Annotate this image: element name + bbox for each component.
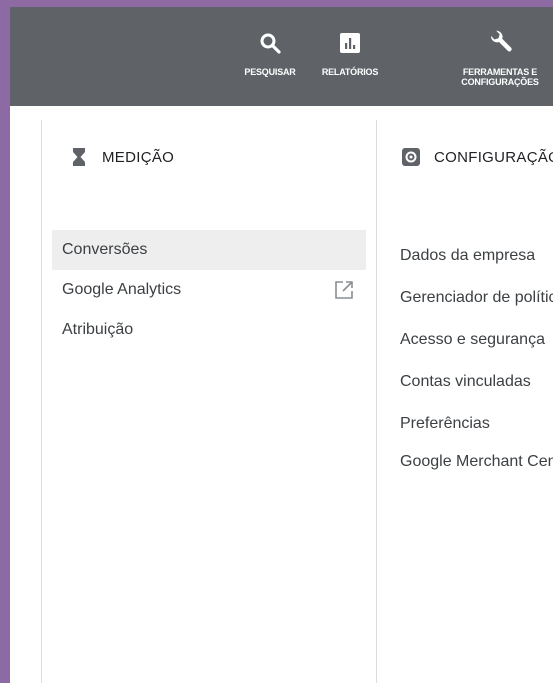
- measurement-title: MEDIÇÃO: [102, 148, 175, 166]
- menu-item-label: Google Merchant Center: [400, 453, 553, 470]
- external-link-icon: [334, 280, 354, 300]
- divider: [376, 120, 377, 683]
- menu-item-access-security[interactable]: Acesso e segurança: [398, 320, 553, 360]
- bar-chart-icon: [336, 29, 364, 57]
- menu-panel: MEDIÇÃO Conversões Google Analytics Atri…: [10, 106, 553, 683]
- menu-item-business-data[interactable]: Dados da empresa: [398, 236, 553, 276]
- top-toolbar: PESQUISAR RELATÓRIOS FERRAMENTAS E CONFI…: [10, 7, 553, 106]
- search-label: PESQUISAR: [244, 67, 296, 77]
- settings-icon: [400, 146, 422, 168]
- menu-item-label: Dados da empresa: [400, 247, 536, 264]
- divider: [41, 120, 42, 683]
- wrench-icon: [486, 29, 514, 57]
- search-button[interactable]: PESQUISAR: [242, 29, 298, 77]
- measurement-section-heading: MEDIÇÃO: [68, 146, 174, 168]
- tools-and-settings-button[interactable]: FERRAMENTAS E CONFIGURAÇÕES: [450, 29, 550, 87]
- menu-item-merchant-center[interactable]: Google Merchant Center: [398, 452, 553, 472]
- menu-item-conversions[interactable]: Conversões: [52, 230, 366, 270]
- configuration-title: CONFIGURAÇÃO: [434, 148, 553, 166]
- menu-item-label: Gerenciador de políticas: [400, 289, 553, 306]
- menu-item-preferences[interactable]: Preferências: [398, 404, 553, 444]
- menu-item-label: Preferências: [400, 415, 490, 432]
- search-icon: [256, 29, 284, 57]
- menu-item-label: Atribuição: [62, 321, 134, 338]
- menu-item-label: Conversões: [62, 241, 148, 258]
- menu-item-policy-manager[interactable]: Gerenciador de políticas: [398, 278, 553, 318]
- menu-item-label: Contas vinculadas: [400, 373, 531, 390]
- reports-label: RELATÓRIOS: [321, 67, 379, 77]
- hourglass-icon: [68, 146, 90, 168]
- menu-item-label: Acesso e segurança: [400, 331, 545, 348]
- menu-item-linked-accounts[interactable]: Contas vinculadas: [398, 362, 553, 402]
- tools-label: FERRAMENTAS E CONFIGURAÇÕES: [461, 67, 539, 87]
- menu-item-google-analytics[interactable]: Google Analytics: [52, 270, 366, 310]
- menu-item-label: Google Analytics: [62, 281, 182, 298]
- reports-button[interactable]: RELATÓRIOS: [314, 29, 386, 77]
- configuration-section-heading: CONFIGURAÇÃO: [400, 146, 553, 168]
- menu-item-attribution[interactable]: Atribuição: [52, 310, 366, 350]
